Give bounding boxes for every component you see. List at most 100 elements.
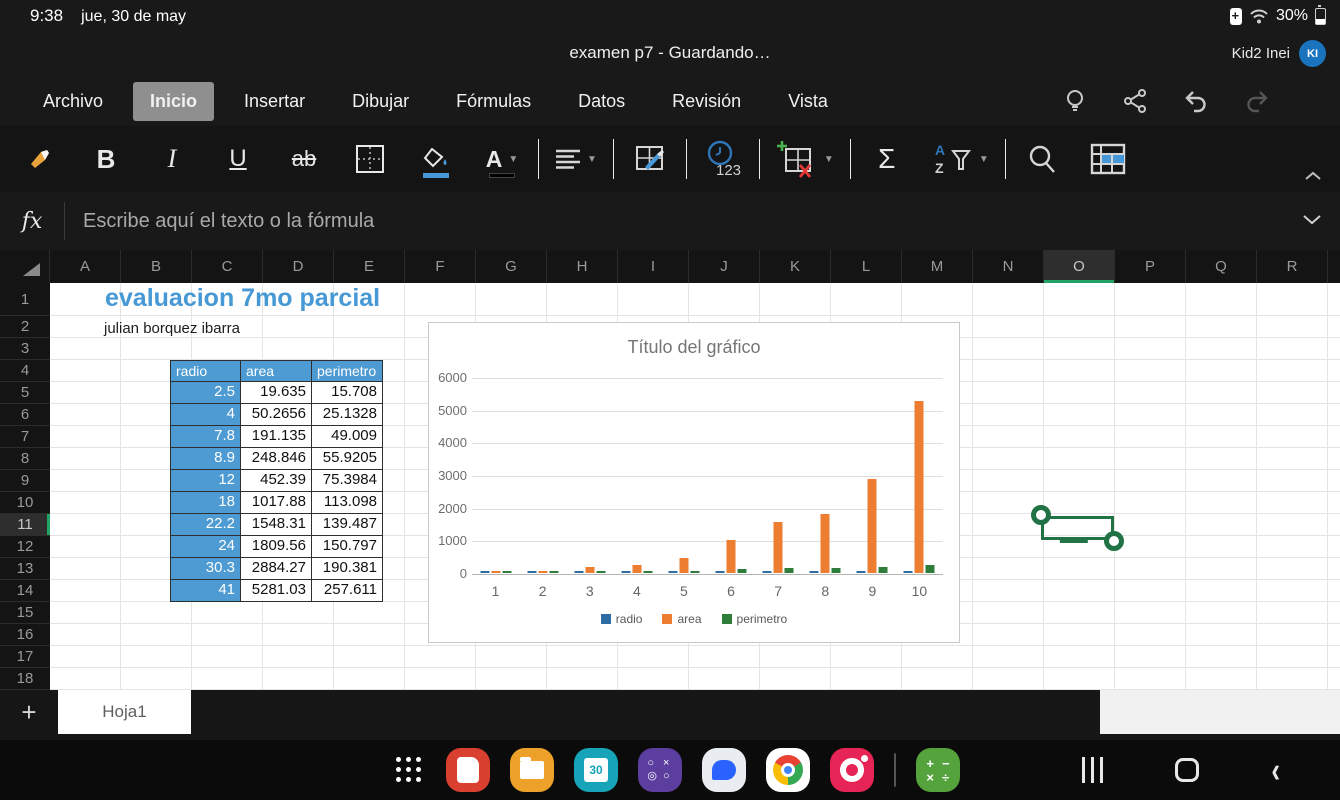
column-header-c[interactable]: C [192, 250, 263, 283]
table-header-area[interactable]: area [241, 360, 312, 382]
grid-cell[interactable] [618, 646, 689, 668]
column-header-e[interactable]: E [334, 250, 405, 283]
grid-cell[interactable] [1257, 558, 1328, 580]
column-header-f[interactable]: F [405, 250, 476, 283]
ribbon-tab-vista[interactable]: Vista [771, 82, 845, 121]
table-cell[interactable]: 41 [170, 580, 241, 602]
grid-cell[interactable] [1115, 646, 1186, 668]
row-header-8[interactable]: 8 [0, 448, 50, 470]
grid-cell[interactable] [1115, 382, 1186, 404]
grid-cell[interactable] [1328, 492, 1340, 514]
grid-cell[interactable] [192, 338, 263, 360]
grid-cell[interactable] [1186, 316, 1257, 338]
chrome-app-icon[interactable] [766, 748, 810, 792]
ribbon-tab-inicio[interactable]: Inicio [133, 82, 214, 121]
grid-cell[interactable] [334, 668, 405, 690]
grid-cell[interactable] [973, 404, 1044, 426]
grid-cell[interactable] [1044, 448, 1115, 470]
camera-app-icon[interactable] [830, 748, 874, 792]
grid-cell[interactable] [973, 668, 1044, 690]
grid-cell[interactable] [1186, 338, 1257, 360]
grid-cell[interactable] [121, 646, 192, 668]
grid-cell[interactable] [973, 624, 1044, 646]
selection-handle-top-left[interactable] [1031, 505, 1051, 525]
column-header-o[interactable]: O [1044, 250, 1115, 283]
data-table[interactable]: radioareaperimetro2.519.63515.708450.265… [170, 360, 383, 602]
grid-cell[interactable] [973, 470, 1044, 492]
grid-cell[interactable] [1044, 360, 1115, 382]
grid-cell[interactable] [760, 283, 831, 316]
grid-cell[interactable] [263, 646, 334, 668]
cell-a1-text[interactable]: evaluacion 7mo parcial [105, 283, 380, 315]
search-button[interactable] [1022, 136, 1062, 182]
grid-cell[interactable] [192, 602, 263, 624]
cell-styles-button[interactable] [630, 136, 670, 182]
table-cell[interactable]: 4 [170, 404, 241, 426]
grid-cell[interactable] [50, 646, 121, 668]
grid-cell[interactable] [1257, 514, 1328, 536]
grid-cell[interactable] [192, 668, 263, 690]
grid-cell[interactable] [831, 283, 902, 316]
grid-cell[interactable] [1186, 602, 1257, 624]
grid-cell[interactable] [1044, 558, 1115, 580]
grid-cell[interactable] [1328, 448, 1340, 470]
column-header-g[interactable]: G [476, 250, 547, 283]
grid-cell[interactable] [1328, 536, 1340, 558]
grid-cell[interactable] [547, 646, 618, 668]
grid-cell[interactable] [547, 668, 618, 690]
grid-cell[interactable] [1044, 602, 1115, 624]
files-app-icon[interactable] [510, 748, 554, 792]
back-button[interactable]: ‹ [1271, 749, 1280, 791]
grid-cell[interactable] [1044, 404, 1115, 426]
grid-cell[interactable] [334, 602, 405, 624]
account-button[interactable]: Kid2 Inei KI [1232, 40, 1326, 67]
grid-cell[interactable] [1257, 426, 1328, 448]
ribbon-tab-dibujar[interactable]: Dibujar [335, 82, 426, 121]
grid-cell[interactable] [973, 382, 1044, 404]
row-header-10[interactable]: 10 [0, 492, 50, 514]
row-header-13[interactable]: 13 [0, 558, 50, 580]
grid-cell[interactable] [1257, 668, 1328, 690]
grid-cell[interactable] [1115, 602, 1186, 624]
embedded-chart[interactable]: Título del gráfico 600050004000300020001… [428, 322, 960, 643]
grid-cell[interactable] [831, 668, 902, 690]
grid-cell[interactable] [1328, 338, 1340, 360]
grid-cell[interactable] [1328, 360, 1340, 382]
table-cell[interactable]: 75.3984 [312, 470, 383, 492]
table-header-radio[interactable]: radio [170, 360, 241, 382]
grid-cell[interactable] [973, 646, 1044, 668]
grid-cell[interactable] [263, 338, 334, 360]
row-header-12[interactable]: 12 [0, 536, 50, 558]
grid-cell[interactable] [1044, 492, 1115, 514]
grid-cell[interactable] [1328, 404, 1340, 426]
grid-cell[interactable] [1044, 646, 1115, 668]
grid-cell[interactable] [50, 580, 121, 602]
sheet-tab-hoja1[interactable]: Hoja1 [58, 690, 191, 734]
sheet-view-button[interactable] [1088, 136, 1128, 182]
row-header-4[interactable]: 4 [0, 360, 50, 382]
column-header-b[interactable]: B [121, 250, 192, 283]
app-drawer-icon[interactable] [396, 757, 422, 783]
grid-cell[interactable] [1115, 536, 1186, 558]
grid-cell[interactable] [1257, 646, 1328, 668]
table-cell[interactable]: 150.797 [312, 536, 383, 558]
alignment-button[interactable]: ▼ [555, 136, 597, 182]
grid-cell[interactable] [476, 646, 547, 668]
grid-cell[interactable] [1115, 580, 1186, 602]
grid-cell[interactable] [192, 646, 263, 668]
grid-cell[interactable] [1186, 514, 1257, 536]
grid-cell[interactable] [50, 338, 121, 360]
table-cell[interactable]: 49.009 [312, 426, 383, 448]
grid-cell[interactable] [50, 404, 121, 426]
table-cell[interactable]: 1017.88 [241, 492, 312, 514]
column-header-k[interactable]: K [760, 250, 831, 283]
grid-cell[interactable] [1328, 470, 1340, 492]
grid-cell[interactable] [1257, 470, 1328, 492]
grid-cell[interactable] [263, 668, 334, 690]
font-color-button[interactable]: A ▼ [482, 136, 522, 182]
grid-cell[interactable] [334, 624, 405, 646]
grid-cell[interactable] [1115, 470, 1186, 492]
grid-cell[interactable] [1257, 316, 1328, 338]
grid-cell[interactable] [902, 646, 973, 668]
grid-cell[interactable] [192, 624, 263, 646]
